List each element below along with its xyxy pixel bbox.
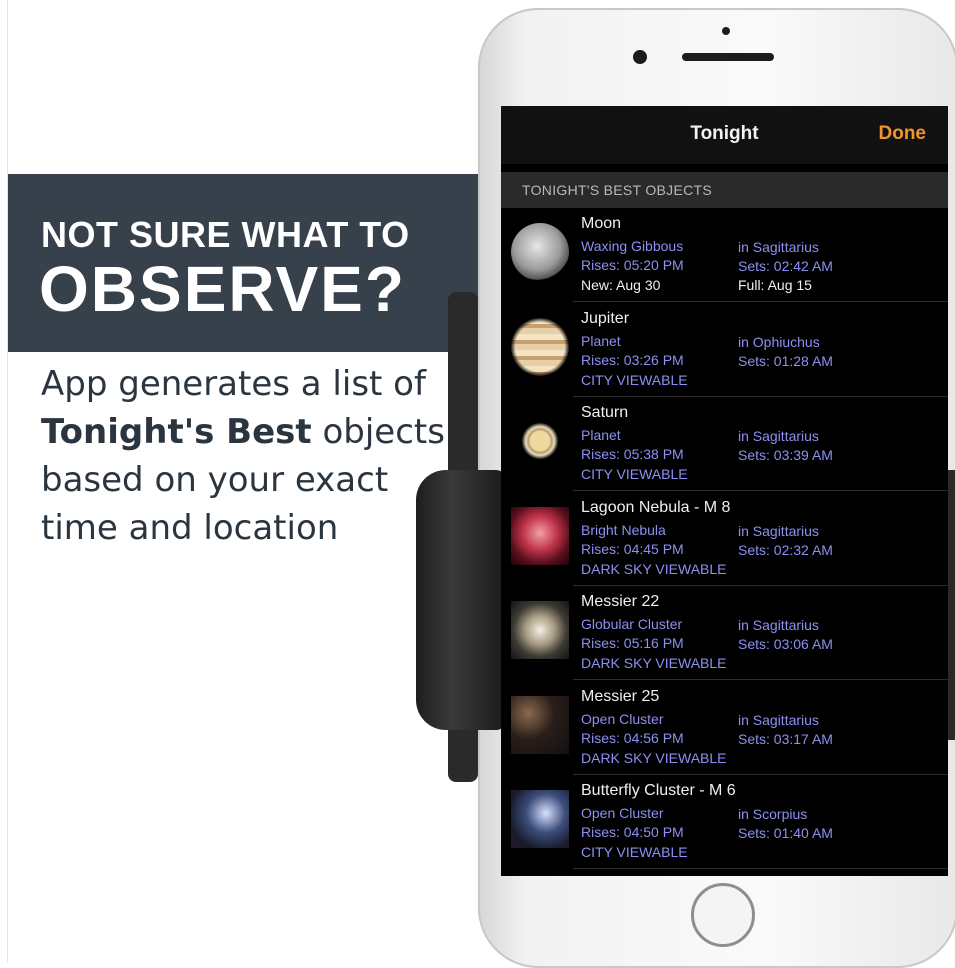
object-rise-time: Rises: 05:38 PM — [581, 446, 684, 462]
object-rise-time: Rises: 04:50 PM — [581, 824, 684, 840]
object-extra-left: CITY VIEWABLE — [581, 466, 688, 482]
row-separator — [573, 679, 948, 680]
object-thumbnail — [511, 317, 569, 376]
object-rise-time: Rises: 04:45 PM — [581, 540, 684, 557]
object-extra-left: DARK SKY VIEWABLE — [581, 749, 727, 766]
object-row[interactable]: Messier 25 Open Cluster in Sagittarius Rise… — [501, 682, 948, 775]
row-separator — [573, 584, 948, 586]
object-constellation: in Sagittarius — [738, 617, 819, 633]
object-set-time: Sets: 03:17 AM — [738, 730, 833, 747]
object-name: Messier 25 — [581, 687, 660, 705]
row-separator — [573, 395, 948, 397]
object-type: Planet — [581, 427, 621, 443]
object-type: Planet — [581, 332, 621, 349]
object-constellation: in Scorpius — [738, 806, 808, 822]
object-thumbnail — [511, 601, 569, 659]
object-row[interactable]: Saturn Planet in Sagittarius Rises: 05:38 P… — [501, 398, 948, 491]
object-set-time: Sets: 03:06 AM — [738, 636, 833, 652]
object-extra-right: Full: Aug 15 — [738, 277, 812, 293]
object-rise-time: Rises: 03:26 PM — [581, 351, 684, 368]
object-set-time: Sets: 03:39 AM — [738, 447, 833, 463]
app-screen: Tonight Done TONIGHT'S BEST OBJECTS Moon… — [501, 106, 948, 876]
object-type: Open Cluster — [581, 710, 664, 727]
headline-large: OBSERVE? — [39, 253, 406, 325]
object-type: Globular Cluster — [581, 616, 683, 632]
front-camera — [633, 50, 647, 64]
object-constellation: in Sagittarius — [738, 239, 819, 255]
row-separator — [573, 773, 948, 775]
blurb-text-bold: Tonight's Best — [41, 412, 312, 452]
object-set-time: Sets: 01:28 AM — [738, 352, 833, 369]
frame-border — [7, 0, 8, 963]
nav-bar: Tonight Done — [501, 106, 948, 164]
promo-banner: NOT SURE WHAT TO OBSERVE? — [8, 174, 478, 352]
object-rise-time: Rises: 04:56 PM — [581, 729, 684, 746]
object-thumbnail — [511, 506, 569, 565]
phone-mount-clamp-left — [416, 470, 506, 730]
object-thumbnail — [511, 790, 569, 848]
object-name: Saturn — [581, 404, 629, 421]
object-constellation: in Sagittarius — [738, 711, 819, 728]
object-row[interactable]: Messier 22 Globular Cluster in Sagittarius… — [501, 587, 948, 680]
row-separator — [573, 490, 948, 491]
done-button[interactable]: Done — [879, 123, 927, 145]
promo-blurb: App generates a list of Tonight's Best o… — [41, 360, 461, 552]
row-separator — [573, 301, 948, 302]
earpiece-speaker — [682, 53, 774, 61]
object-thumbnail — [511, 412, 569, 470]
object-name: Butterfly Cluster - M 6 — [581, 782, 736, 799]
object-type: Open Cluster — [581, 805, 664, 821]
object-row[interactable]: Butterfly Cluster - M 6 Open Cluster in Sc… — [501, 776, 948, 869]
object-thumbnail — [511, 223, 569, 281]
object-row[interactable]: Lagoon Nebula - M 8 Bright Nebula in Sagit… — [501, 493, 948, 586]
object-name: Lagoon Nebula - M 8 — [581, 498, 731, 516]
object-extra-left: DARK SKY VIEWABLE — [581, 655, 727, 671]
object-extra-left: CITY VIEWABLE — [581, 371, 688, 388]
object-name: Messier 22 — [581, 593, 660, 610]
object-row[interactable]: Moon Waxing Gibbous in Sagittarius Rises: 0… — [501, 209, 948, 302]
object-type: Bright Nebula — [581, 521, 666, 538]
blurb-text-start: App generates a list of — [41, 364, 426, 404]
object-set-time: Sets: 01:40 AM — [738, 825, 833, 841]
object-set-time: Sets: 02:42 AM — [738, 258, 833, 274]
object-type: Waxing Gibbous — [581, 238, 684, 254]
section-header-label: TONIGHT'S BEST OBJECTS — [522, 182, 713, 198]
object-rise-time: Rises: 05:20 PM — [581, 257, 684, 273]
object-set-time: Sets: 02:32 AM — [738, 541, 833, 558]
object-thumbnail — [511, 695, 569, 754]
section-header: TONIGHT'S BEST OBJECTS — [501, 172, 948, 208]
object-extra-left: DARK SKY VIEWABLE — [581, 560, 727, 577]
object-constellation: in Sagittarius — [738, 522, 819, 539]
headline-small: NOT SURE WHAT TO — [41, 214, 410, 255]
object-row[interactable]: Jupiter Planet in Ophiuchus Rises: 03:26 PM… — [501, 304, 948, 397]
object-constellation: in Sagittarius — [738, 428, 819, 444]
home-button[interactable] — [691, 883, 755, 947]
object-extra-left: New: Aug 30 — [581, 277, 661, 293]
row-separator — [573, 868, 948, 869]
object-rise-time: Rises: 05:16 PM — [581, 635, 684, 651]
object-name: Moon — [581, 215, 622, 232]
object-extra-left: CITY VIEWABLE — [581, 844, 688, 860]
object-name: Jupiter — [581, 309, 630, 327]
proximity-sensor — [722, 27, 730, 35]
object-constellation: in Ophiuchus — [738, 333, 820, 350]
